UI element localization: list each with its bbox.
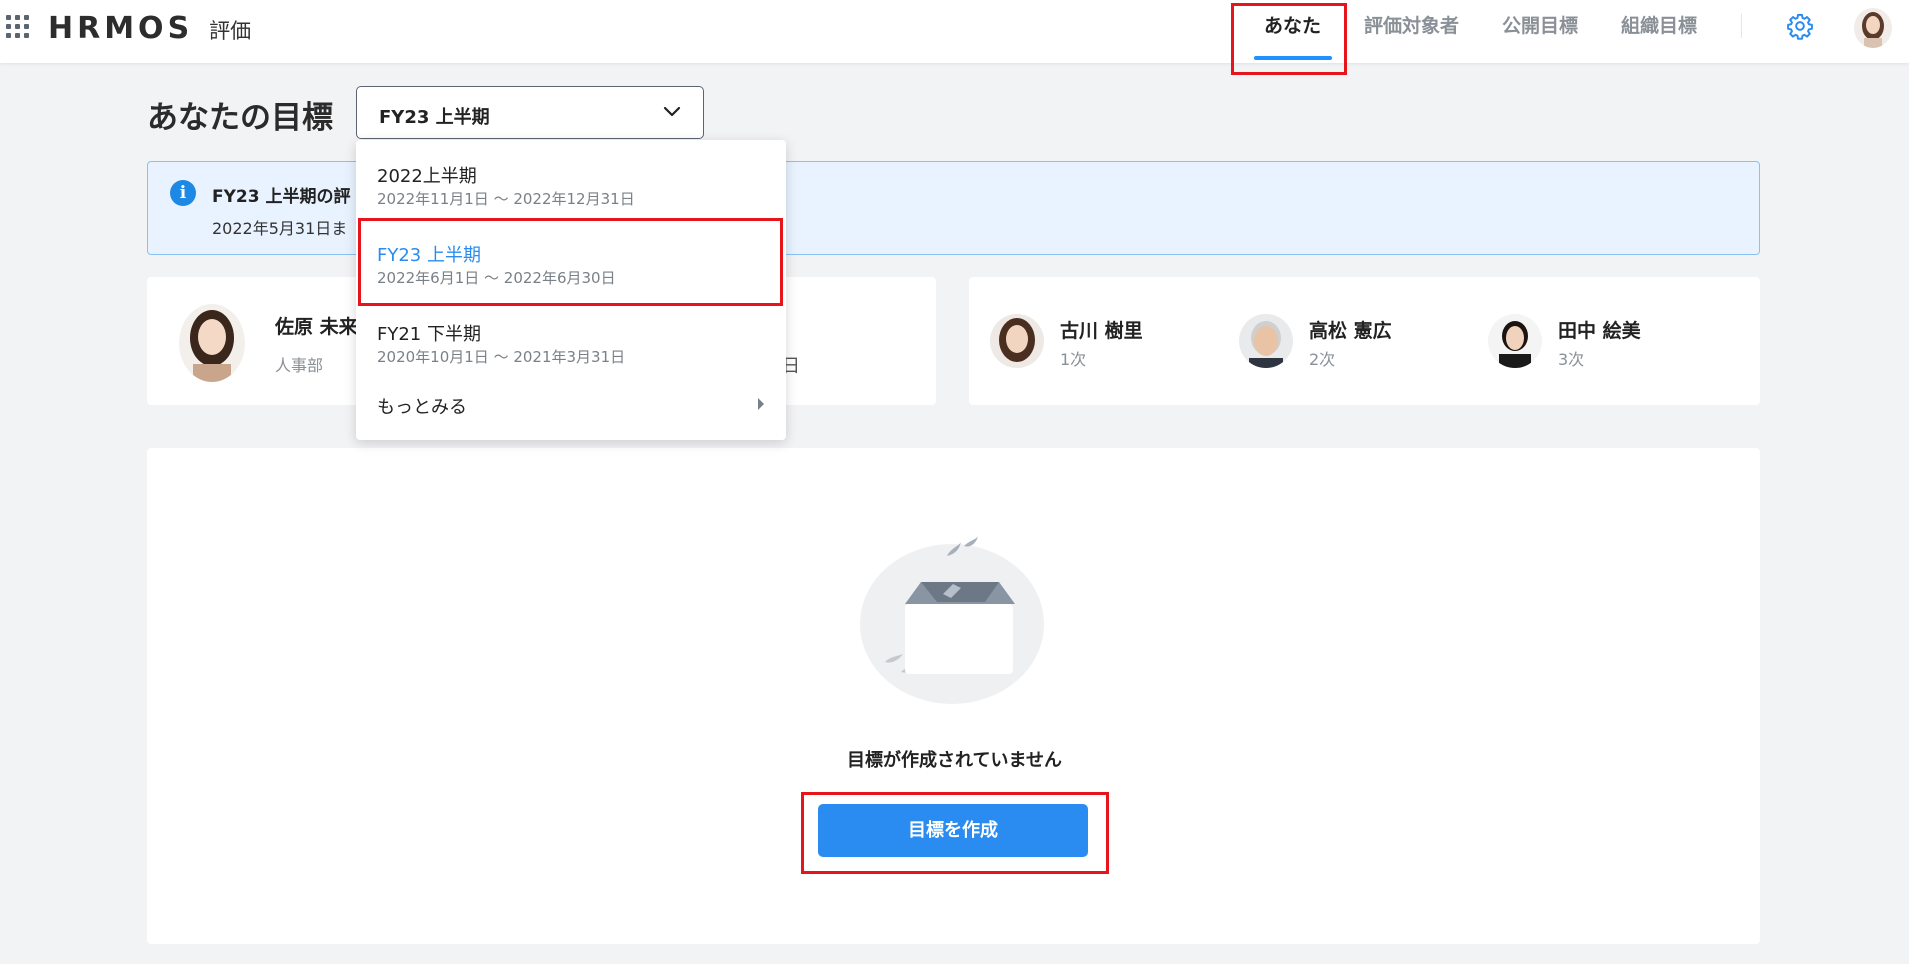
period-option[interactable]: 2022上半期 2022年11月1日 〜 2022年12月31日 xyxy=(356,140,786,218)
evaluator-avatar xyxy=(1488,314,1542,368)
highlight-box-option xyxy=(358,218,783,306)
evaluator-stage: 2次 xyxy=(1309,350,1336,369)
tab-org-goals[interactable]: 組織目標 xyxy=(1621,0,1697,63)
empty-state-message: 目標が作成されていません xyxy=(847,750,1062,771)
profile-name: 佐原 未来 xyxy=(275,316,358,338)
evaluator-stage: 1次 xyxy=(1060,350,1087,369)
highlight-box-button xyxy=(801,792,1109,874)
more-periods-label: もっとみる xyxy=(377,397,467,418)
period-option-range: 2022年11月1日 〜 2022年12月31日 xyxy=(377,190,635,208)
info-banner-title: FY23 上半期の評 xyxy=(212,187,351,207)
empty-box-icon xyxy=(860,536,1044,704)
profile-avatar xyxy=(179,304,245,382)
tab-public-goals[interactable]: 公開目標 xyxy=(1502,0,1578,63)
period-option-range: 2020年10月1日 〜 2021年3月31日 xyxy=(377,348,626,366)
chevron-down-icon xyxy=(663,106,681,117)
evaluators-card: 古川 樹里 1次 高松 憲広 2次 田中 絵美 3次 xyxy=(969,277,1760,405)
chevron-right-icon xyxy=(758,398,764,410)
app-grid-icon[interactable] xyxy=(6,15,32,41)
period-select-value: FY23 上半期 xyxy=(379,107,490,128)
gear-icon[interactable] xyxy=(1786,12,1814,40)
nav-divider xyxy=(1741,14,1742,38)
highlight-box-tab xyxy=(1231,3,1347,75)
period-select[interactable]: FY23 上半期 xyxy=(356,86,704,139)
product-name: 評価 xyxy=(209,19,252,43)
app-header: HRMOS 評価 あなた 評価対象者 公開目標 組織目標 xyxy=(0,0,1909,63)
evaluator-name: 古川 樹里 xyxy=(1060,320,1143,342)
profile-department: 人事部 xyxy=(275,356,324,375)
period-option-label: FY21 下半期 xyxy=(377,324,481,345)
info-icon: i xyxy=(170,180,196,206)
evaluator-stage: 3次 xyxy=(1558,350,1585,369)
user-avatar[interactable] xyxy=(1854,8,1892,48)
evaluator-avatar xyxy=(1239,314,1293,368)
more-periods-item[interactable]: もっとみる xyxy=(356,377,786,431)
logo[interactable]: HRMOS 評価 xyxy=(48,8,251,48)
logo-text: HRMOS xyxy=(48,10,194,46)
evaluator-name: 田中 絵美 xyxy=(1558,320,1641,342)
evaluator-name: 高松 憲広 xyxy=(1309,320,1392,342)
tab-evaluatees[interactable]: 評価対象者 xyxy=(1364,0,1459,63)
period-option[interactable]: FY21 下半期 2020年10月1日 〜 2021年3月31日 xyxy=(356,298,786,376)
page-title: あなたの目標 xyxy=(147,100,333,136)
info-banner-subtitle: 2022年5月31日ま xyxy=(212,219,348,238)
evaluator-avatar xyxy=(990,314,1044,368)
period-option-label: 2022上半期 xyxy=(377,166,477,187)
